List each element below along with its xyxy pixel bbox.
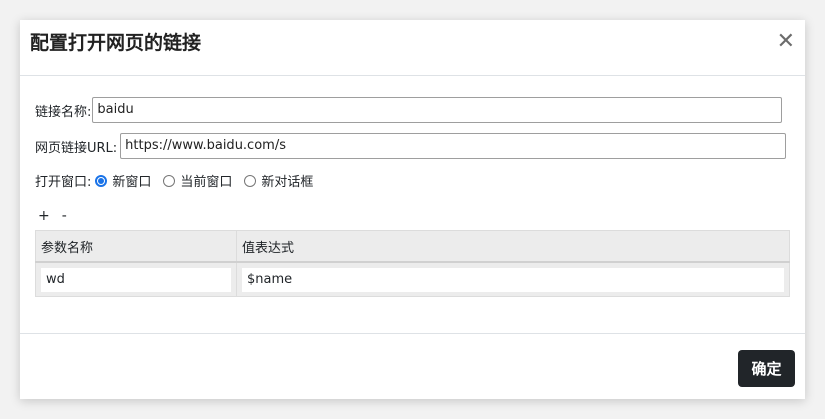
radio-current-window-label[interactable]: 当前窗口 [180,171,232,190]
table-row: wd $name [35,261,790,297]
column-header-param-name: 参数名称 [35,230,237,263]
param-controls: + - [38,208,67,224]
url-label: 网页链接URL: [35,140,118,156]
dialog-footer: 确定 [20,334,805,400]
remove-param-button[interactable]: - [62,208,67,224]
radio-new-window[interactable] [95,174,108,187]
column-header-value-expr: 值表达式 [236,230,790,263]
url-input[interactable]: https://www.baidu.com/s [120,133,787,159]
ok-button[interactable]: 确定 [738,350,795,387]
dialog-header: 配置打开网页的链接 ✕ [20,20,805,76]
dialog-title: 配置打开网页的链接 [30,32,202,54]
dialog-body: 链接名称: baidu 网页链接URL: https://www.baidu.c… [20,76,805,334]
radio-current-window[interactable] [163,174,176,187]
param-expr-cell: $name [236,261,790,297]
add-param-button[interactable]: + [38,208,50,224]
radio-new-dialog[interactable] [244,174,257,187]
link-name-row: 链接名称: baidu [35,97,783,123]
url-row: 网页链接URL: https://www.baidu.com/s [35,133,787,159]
param-name-input[interactable]: wd [41,267,231,292]
radio-new-dialog-label[interactable]: 新对话框 [261,171,313,190]
link-config-dialog: 配置打开网页的链接 ✕ 链接名称: baidu 网页链接URL: https:/… [20,20,805,399]
open-window-radio-group: 新窗口 当前窗口 新对话框 [91,171,319,190]
params-table: 参数名称 值表达式 wd $name [35,230,790,297]
params-header-row: 参数名称 值表达式 [35,230,790,263]
param-name-cell: wd [35,261,237,297]
close-icon[interactable]: ✕ [777,30,795,54]
link-name-label: 链接名称: [35,104,92,120]
param-expr-input[interactable]: $name [242,267,784,292]
radio-new-window-label[interactable]: 新窗口 [112,171,151,190]
open-window-row: 打开窗口: 新窗口 当前窗口 新对话框 [35,171,319,190]
open-window-label: 打开窗口: [35,175,92,190]
link-name-input[interactable]: baidu [92,97,783,123]
